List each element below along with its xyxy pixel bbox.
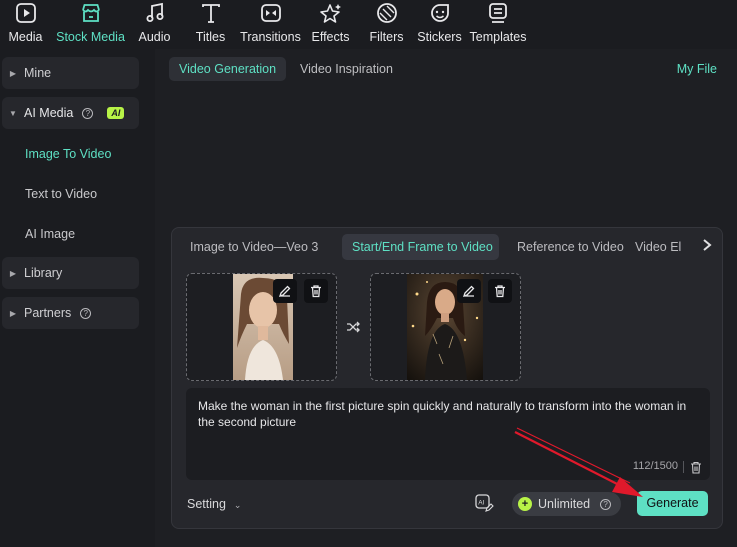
toolbar-media-label: Media: [8, 30, 43, 44]
toolbar-effects-label: Effects: [311, 30, 350, 44]
media-icon: [14, 1, 38, 25]
chevron-right-icon: ▶: [9, 68, 17, 78]
my-file-link[interactable]: My File: [677, 57, 717, 81]
toolbar-transitions[interactable]: Transitions: [240, 0, 301, 49]
setting-label: Setting: [187, 497, 226, 511]
help-icon[interactable]: ?: [80, 307, 92, 319]
sidebar-item-ai-image[interactable]: AI Image: [25, 227, 75, 241]
delete-trash-icon[interactable]: [488, 279, 512, 303]
toolbar-media[interactable]: Media: [0, 0, 51, 49]
toolbar-stickers[interactable]: Stickers: [411, 0, 468, 49]
prompt-text: Make the woman in the first picture spin…: [198, 399, 687, 429]
unlimited-credits-pill[interactable]: + Unlimited ?: [512, 492, 621, 516]
chevron-down-icon: ▼: [9, 108, 17, 118]
sidebar-item-partners[interactable]: ▶ Partners ?: [2, 297, 139, 329]
stock-media-icon: [79, 1, 103, 25]
edit-pencil-icon[interactable]: [457, 279, 481, 303]
chevron-right-icon: ▶: [9, 308, 17, 318]
swap-shuffle-icon[interactable]: [346, 320, 360, 334]
music-note-icon: [143, 1, 167, 25]
toolbar-titles[interactable]: Titles: [179, 0, 242, 49]
stickers-icon: [428, 1, 452, 25]
sidebar-item-image-to-video[interactable]: Image To Video: [25, 147, 111, 161]
effects-sparkle-icon: [319, 1, 343, 25]
char-counter: 112/1500: [632, 460, 678, 472]
help-icon[interactable]: ?: [82, 107, 94, 119]
tab-image-to-video-veo3[interactable]: Image to Video—Veo 3: [180, 234, 342, 260]
filters-icon: [375, 1, 399, 25]
setting-dropdown[interactable]: Setting ⌄: [187, 497, 241, 511]
svg-text:AI: AI: [478, 500, 484, 507]
chevron-down-icon: ⌄: [233, 500, 242, 510]
tab-video-generation[interactable]: Video Generation: [169, 57, 287, 81]
sidebar-item-text-to-video[interactable]: Text to Video: [25, 187, 97, 201]
sidebar-item-ai-media-label: AI Media: [24, 106, 74, 120]
tab-reference-to-video[interactable]: Reference to Video: [499, 234, 625, 260]
tab-video-inspiration[interactable]: Video Inspiration: [290, 57, 403, 81]
ai-prompt-icon[interactable]: AI: [474, 493, 494, 513]
toolbar-templates-label: Templates: [469, 30, 527, 44]
end-frame-slot[interactable]: [370, 273, 521, 381]
main-area: Video Generation Video Inspiration My Fi…: [155, 49, 737, 547]
toolbar-stickers-label: Stickers: [417, 30, 462, 44]
templates-icon: [486, 1, 510, 25]
chevron-right-icon: ▶: [9, 268, 17, 278]
sidebar-item-mine-label: Mine: [24, 66, 52, 80]
unlimited-label: Unlimited: [538, 497, 591, 511]
delete-trash-icon[interactable]: [304, 279, 328, 303]
toolbar-audio-label: Audio: [138, 30, 171, 44]
tab-video-elements[interactable]: Video El: [625, 234, 683, 260]
divider: [683, 461, 684, 473]
edit-pencil-icon[interactable]: [273, 279, 297, 303]
text-t-icon: [199, 1, 223, 25]
start-frame-slot[interactable]: [186, 273, 337, 381]
generate-button[interactable]: Generate: [637, 491, 708, 516]
toolbar-filters[interactable]: Filters: [362, 0, 411, 49]
toolbar-effects[interactable]: Effects: [299, 0, 362, 49]
sidebar-item-mine[interactable]: ▶ Mine: [2, 57, 139, 89]
top-toolbar: Media Stock Media Audio Titles Transitio…: [0, 0, 737, 49]
plus-icon: +: [518, 497, 532, 511]
sidebar-item-library[interactable]: ▶ Library: [2, 257, 139, 289]
help-icon[interactable]: ?: [600, 498, 612, 510]
toolbar-stock-media-label: Stock Media: [56, 30, 125, 44]
sidebar-item-library-label: Library: [24, 266, 63, 280]
toolbar-titles-label: Titles: [195, 30, 226, 44]
chevron-right-icon[interactable]: [702, 238, 712, 254]
clear-trash-icon[interactable]: [690, 461, 702, 474]
prompt-textarea[interactable]: Make the woman in the first picture spin…: [186, 388, 710, 480]
transitions-icon: [259, 1, 283, 25]
sidebar: ▶ Mine ▼ AI Media ? AI Image To Video Te…: [0, 49, 148, 547]
sidebar-item-partners-label: Partners: [24, 306, 72, 320]
subtabs: Image to Video—Veo 3 Start/End Frame to …: [180, 234, 683, 260]
ai-badge: AI: [107, 107, 125, 119]
tab-start-end-frame[interactable]: Start/End Frame to Video: [342, 234, 499, 260]
sidebar-item-ai-media[interactable]: ▼ AI Media ? AI: [2, 97, 139, 129]
generation-panel: Image to Video—Veo 3 Start/End Frame to …: [171, 227, 723, 529]
toolbar-templates[interactable]: Templates: [468, 0, 528, 49]
toolbar-audio[interactable]: Audio: [130, 0, 179, 49]
toolbar-stock-media[interactable]: Stock Media: [51, 0, 130, 49]
toolbar-transitions-label: Transitions: [240, 30, 301, 44]
toolbar-filters-label: Filters: [369, 30, 404, 44]
